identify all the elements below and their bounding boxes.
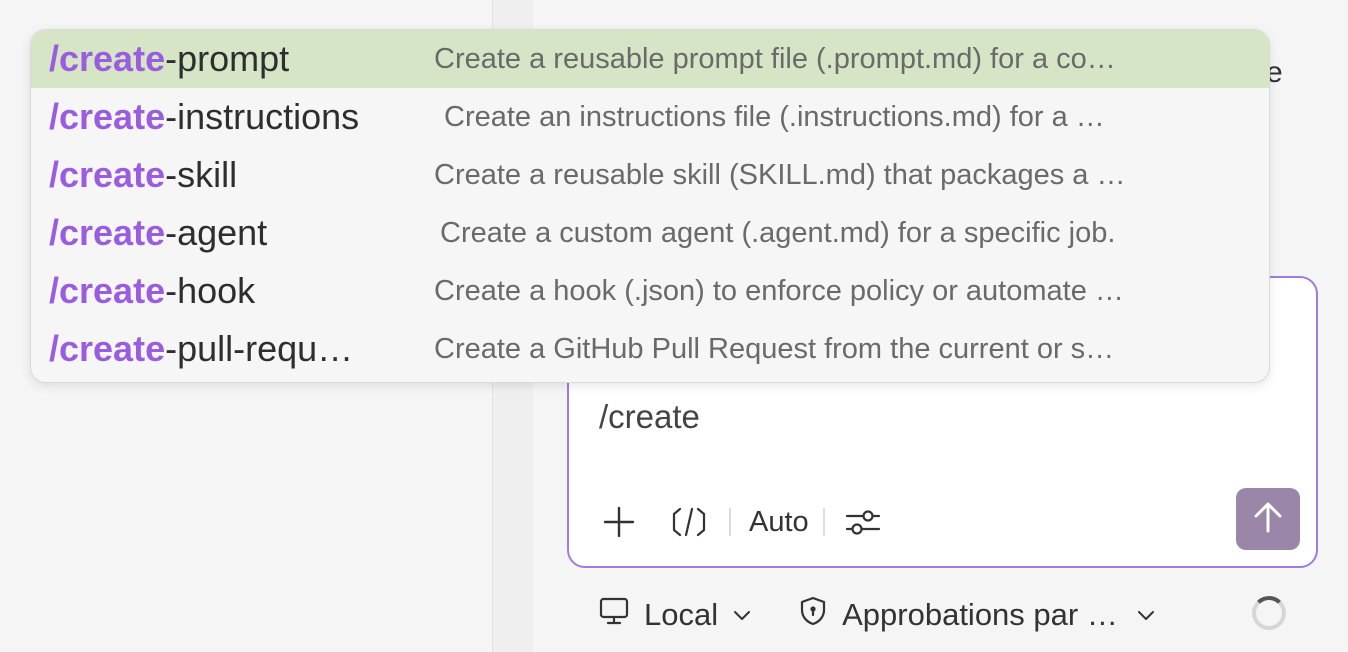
location-label: Local xyxy=(644,597,719,632)
chevron-down-icon xyxy=(1136,608,1156,622)
command-suffix: -prompt xyxy=(165,38,290,79)
command-item-create-agent[interactable]: /create-agent Create a custom agent (.ag… xyxy=(31,204,1269,262)
composer-footer: Local Approbations par … xyxy=(598,592,1156,638)
composer-input[interactable]: /create xyxy=(599,398,700,436)
approvals-selector[interactable]: Approbations par … xyxy=(798,595,1156,635)
command-prefix: /create xyxy=(49,154,166,195)
command-item-create-prompt[interactable]: /create-prompt Create a reusable prompt … xyxy=(31,30,1269,88)
command-item-create-pull-request[interactable]: /create-pull-requ… Create a GitHub Pull … xyxy=(31,320,1269,378)
sliders-icon[interactable] xyxy=(843,502,883,542)
toolbar-divider xyxy=(822,508,825,536)
location-selector[interactable]: Local xyxy=(598,596,752,634)
composer-toolbar: Auto xyxy=(599,500,883,544)
command-prefix: /create xyxy=(49,328,166,369)
monitor-icon xyxy=(598,596,630,634)
command-prefix: /create xyxy=(49,96,166,137)
shield-icon xyxy=(798,595,828,635)
command-suffix: -hook xyxy=(165,270,256,311)
command-item-create-skill[interactable]: /create-skill Create a reusable skill (S… xyxy=(31,146,1269,204)
command-description: Create a hook (.json) to enforce policy … xyxy=(434,275,1124,307)
command-item-create-hook[interactable]: /create-hook Create a hook (.json) to en… xyxy=(31,262,1269,320)
slash-command-dropdown: /create-prompt Create a reusable prompt … xyxy=(30,29,1270,383)
command-description: Create an instructions file (.instructio… xyxy=(444,101,1105,133)
chevron-down-icon xyxy=(732,608,752,622)
command-name: /create-instructions xyxy=(49,88,359,146)
spinner-icon xyxy=(1252,596,1286,630)
command-suffix: -agent xyxy=(165,212,268,253)
command-name: /create-pull-requ… xyxy=(49,320,353,378)
command-name: /create-skill xyxy=(49,146,237,204)
send-button[interactable] xyxy=(1236,488,1300,550)
command-name: /create-hook xyxy=(49,262,255,320)
command-description: Create a custom agent (.agent.md) for a … xyxy=(440,217,1116,249)
command-suffix: -instructions xyxy=(165,96,360,137)
code-brackets-icon[interactable] xyxy=(669,502,709,542)
command-prefix: /create xyxy=(49,270,166,311)
command-prefix: /create xyxy=(49,38,166,79)
command-prefix: /create xyxy=(49,212,166,253)
command-suffix: -pull-requ… xyxy=(165,328,354,369)
command-item-create-instructions[interactable]: /create-instructions Create an instructi… xyxy=(31,88,1269,146)
toolbar-divider xyxy=(729,508,731,536)
approvals-label: Approbations par … xyxy=(842,597,1118,632)
command-description: Create a reusable skill (SKILL.md) that … xyxy=(434,159,1126,191)
command-name: /create-prompt xyxy=(49,30,289,88)
plus-icon[interactable] xyxy=(599,502,639,542)
command-suffix: -skill xyxy=(165,154,238,195)
mode-selector[interactable]: Auto xyxy=(745,506,813,539)
arrow-up-icon xyxy=(1251,499,1285,540)
command-description: Create a GitHub Pull Request from the cu… xyxy=(434,333,1115,365)
command-description: Create a reusable prompt file (.prompt.m… xyxy=(434,43,1116,75)
command-name: /create-agent xyxy=(49,204,267,262)
